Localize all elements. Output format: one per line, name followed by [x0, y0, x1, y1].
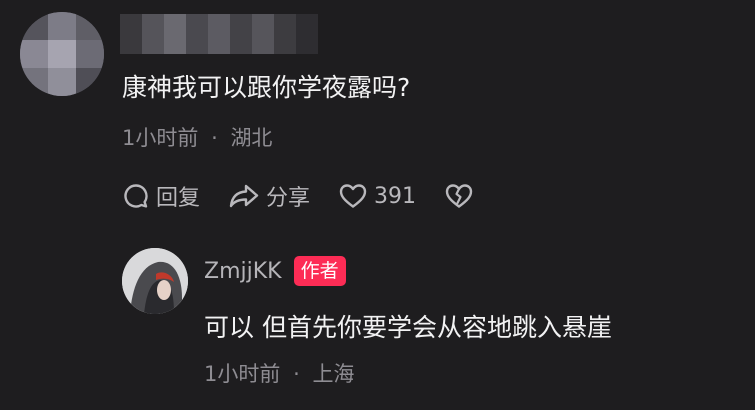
comment-actions: 回复 分享 391	[122, 178, 502, 214]
avatar[interactable]	[20, 12, 104, 96]
comment-location: 湖北	[230, 126, 273, 150]
comment-meta: 1小时前 · 湖北	[122, 122, 272, 152]
meta-separator: ·	[293, 362, 300, 386]
reply-button[interactable]: 回复	[122, 180, 200, 212]
like-count: 391	[374, 183, 417, 209]
reply-text: 可以 但首先你要学会从容地跳入悬崖	[204, 313, 612, 342]
heart-icon	[338, 182, 368, 210]
username-blurred[interactable]	[120, 14, 320, 54]
author-username[interactable]: ZmjjKK	[204, 259, 282, 284]
author-badge: 作者	[293, 256, 346, 286]
reply-label: 回复	[156, 186, 201, 211]
reply-location: 上海	[312, 362, 355, 386]
broken-heart-icon	[444, 182, 474, 210]
reply-header: ZmjjKK 作者	[204, 256, 346, 286]
reply-meta: 1小时前 · 上海	[204, 358, 354, 388]
dislike-button[interactable]	[444, 182, 474, 210]
reply-icon	[122, 182, 150, 210]
share-label: 分享	[266, 186, 311, 211]
share-icon	[228, 182, 260, 210]
like-button[interactable]: 391	[338, 182, 416, 210]
share-button[interactable]: 分享	[228, 180, 310, 212]
comment-text: 康神我可以跟你学夜露吗?	[122, 73, 411, 102]
comment-time: 1小时前	[122, 126, 199, 150]
reply-time: 1小时前	[204, 362, 281, 386]
meta-separator: ·	[211, 126, 218, 150]
author-avatar[interactable]	[122, 248, 188, 314]
